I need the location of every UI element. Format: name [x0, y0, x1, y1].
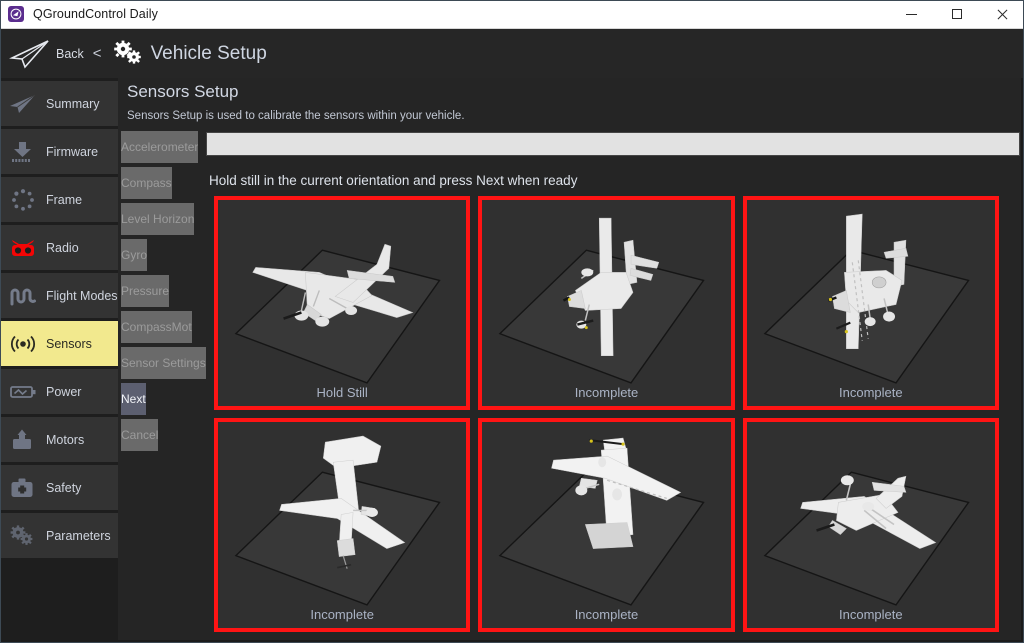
firmware-download-icon	[7, 137, 39, 167]
sidebar-item-label: Firmware	[46, 145, 98, 159]
progress-track	[207, 133, 1019, 155]
vehicle-render-tail-down	[482, 422, 730, 628]
window-title: QGroundControl Daily	[33, 7, 158, 21]
tile-label: Incomplete	[747, 607, 995, 622]
sidebar-item-firmware[interactable]: Firmware	[0, 129, 118, 174]
level-horizon-button[interactable]: Level Horizon	[121, 203, 194, 235]
sensors-waves-icon	[7, 329, 39, 359]
orientation-tile-right-side-down[interactable]: Incomplete	[743, 196, 999, 410]
minimize-icon[interactable]	[889, 0, 934, 28]
motors-icon	[7, 425, 39, 455]
sidebar-item-label: Frame	[46, 193, 82, 207]
sidebar-item-power[interactable]: Power	[0, 369, 118, 414]
orientation-tile-tail-down[interactable]: Incomplete	[478, 418, 734, 632]
calibration-instruction: Hold still in the current orientation an…	[209, 173, 577, 188]
orientation-tile-left-side-down[interactable]: Incomplete	[478, 196, 734, 410]
compass-button[interactable]: Compass	[121, 167, 172, 199]
maximize-icon[interactable]	[934, 0, 979, 28]
window-titlebar: QGroundControl Daily	[0, 0, 1024, 29]
vehicle-render-upside-down	[747, 422, 995, 628]
sidebar-item-motors[interactable]: Motors	[0, 417, 118, 462]
sidebar-item-parameters[interactable]: Parameters	[0, 513, 118, 558]
pressure-button[interactable]: Pressure	[121, 275, 169, 307]
orientation-tile-nose-down[interactable]: Incomplete	[214, 418, 470, 632]
tile-label: Incomplete	[482, 607, 730, 622]
sidebar-item-label: Sensors	[46, 337, 92, 351]
app-toolbar: Back <	[0, 29, 1024, 78]
gears-icon	[111, 39, 145, 69]
compassmot-button[interactable]: CompassMot	[121, 311, 192, 343]
gyro-button[interactable]: Gyro	[121, 239, 147, 271]
sensors-setup-panel: Sensors Setup Sensors Setup is used to c…	[118, 78, 1024, 643]
vehicle-render-level	[218, 200, 466, 406]
paper-plane-icon	[7, 89, 39, 119]
close-icon[interactable]	[979, 0, 1024, 28]
radio-gamepad-icon	[7, 233, 39, 263]
chevron-left-icon: <	[93, 45, 102, 62]
qgroundcontrol-window: QGroundControl Daily Back <	[0, 0, 1024, 643]
sidebar-item-label: Safety	[46, 481, 81, 495]
vehicle-render-nose-down	[218, 422, 466, 628]
sensor-settings-button[interactable]: Sensor Settings	[121, 347, 206, 379]
sidebar-item-frame[interactable]: Frame	[0, 177, 118, 222]
back-button[interactable]: Back	[56, 47, 84, 61]
vehicle-render-right-side-down	[747, 200, 995, 406]
tile-label: Incomplete	[747, 385, 995, 400]
sidebar-item-summary[interactable]: Summary	[0, 81, 118, 126]
next-button[interactable]: Next	[121, 383, 146, 415]
safety-kit-icon	[7, 473, 39, 503]
sidebar-item-safety[interactable]: Safety	[0, 465, 118, 510]
battery-icon	[7, 377, 39, 407]
cancel-button[interactable]: Cancel	[121, 419, 158, 451]
sidebar-item-label: Motors	[46, 433, 84, 447]
sidebar-item-label: Flight Modes	[46, 289, 118, 303]
frame-dots-icon	[7, 185, 39, 215]
tile-label: Incomplete	[218, 607, 466, 622]
gears-icon	[7, 521, 39, 551]
tile-label: Hold Still	[218, 385, 466, 400]
calibration-progress-bar	[206, 132, 1020, 156]
sidebar-item-sensors[interactable]: Sensors	[0, 321, 118, 366]
paper-plane-icon[interactable]	[9, 38, 51, 70]
sidebar-item-label: Radio	[46, 241, 79, 255]
sidebar-item-label: Parameters	[46, 529, 111, 543]
orientation-tile-grid: Hold Still	[214, 196, 999, 632]
calibration-button-column: Accelerometer Compass Level Horizon Gyro…	[121, 131, 217, 455]
accelerometer-button[interactable]: Accelerometer	[121, 131, 198, 163]
sidebar-item-radio[interactable]: Radio	[0, 225, 118, 270]
qgroundcontrol-logo-icon	[8, 6, 24, 22]
setup-sidebar: Summary Firmware	[0, 78, 118, 643]
vehicle-render-left-side-down	[482, 200, 730, 406]
sidebar-item-label: Summary	[46, 97, 99, 111]
flight-modes-icon	[7, 281, 39, 311]
orientation-tile-upside-down[interactable]: Incomplete	[743, 418, 999, 632]
panel-title: Sensors Setup	[127, 82, 239, 102]
orientation-tile-level[interactable]: Hold Still	[214, 196, 470, 410]
page-title: Vehicle Setup	[151, 43, 267, 65]
sidebar-item-flight-modes[interactable]: Flight Modes	[0, 273, 118, 318]
panel-subtitle: Sensors Setup is used to calibrate the s…	[127, 110, 465, 122]
sidebar-item-label: Power	[46, 385, 81, 399]
tile-label: Incomplete	[482, 385, 730, 400]
